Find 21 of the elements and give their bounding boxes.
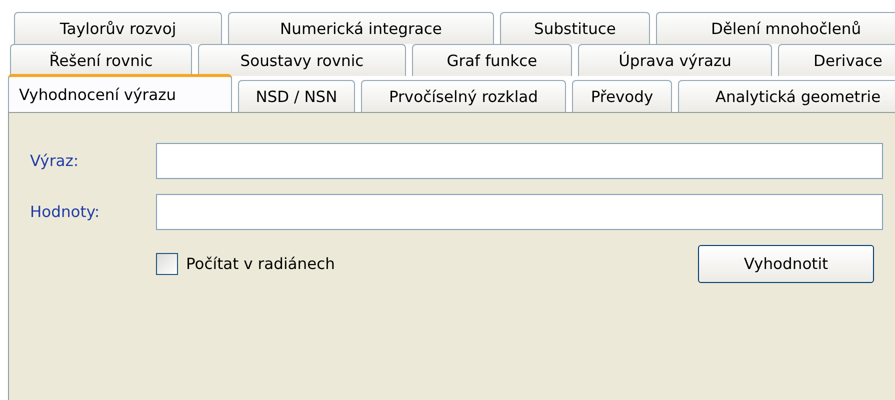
- tab[interactable]: NSD / NSN: [238, 80, 355, 112]
- tab[interactable]: Řešení rovnic: [10, 44, 192, 76]
- tab[interactable]: Numerická integrace: [228, 12, 494, 44]
- evaluate-button[interactable]: Vyhodnotit: [698, 245, 874, 283]
- input-field[interactable]: [156, 143, 883, 179]
- tab[interactable]: Substituce: [500, 12, 650, 44]
- tab[interactable]: Soustavy rovnic: [198, 44, 406, 76]
- tab[interactable]: Dělení mnohočlenů: [656, 12, 895, 44]
- tab[interactable]: Převody: [572, 80, 672, 112]
- tab[interactable]: Vyhodnocení výrazu: [8, 74, 232, 112]
- tab[interactable]: Úprava výrazu: [578, 44, 772, 76]
- checkbox[interactable]: [156, 253, 178, 275]
- checkbox-label: Počítat v radiánech: [186, 255, 336, 273]
- field-label: Hodnoty:: [30, 203, 101, 221]
- field-label: Výraz:: [30, 152, 80, 170]
- tab[interactable]: Graf funkce: [412, 44, 572, 76]
- tab[interactable]: Derivace: [778, 44, 895, 76]
- input-field[interactable]: [156, 194, 883, 230]
- tab[interactable]: Taylorův rozvoj: [14, 12, 222, 44]
- tab[interactable]: Analytická geometrie: [678, 80, 895, 112]
- tab[interactable]: Prvočíselný rozklad: [361, 80, 566, 112]
